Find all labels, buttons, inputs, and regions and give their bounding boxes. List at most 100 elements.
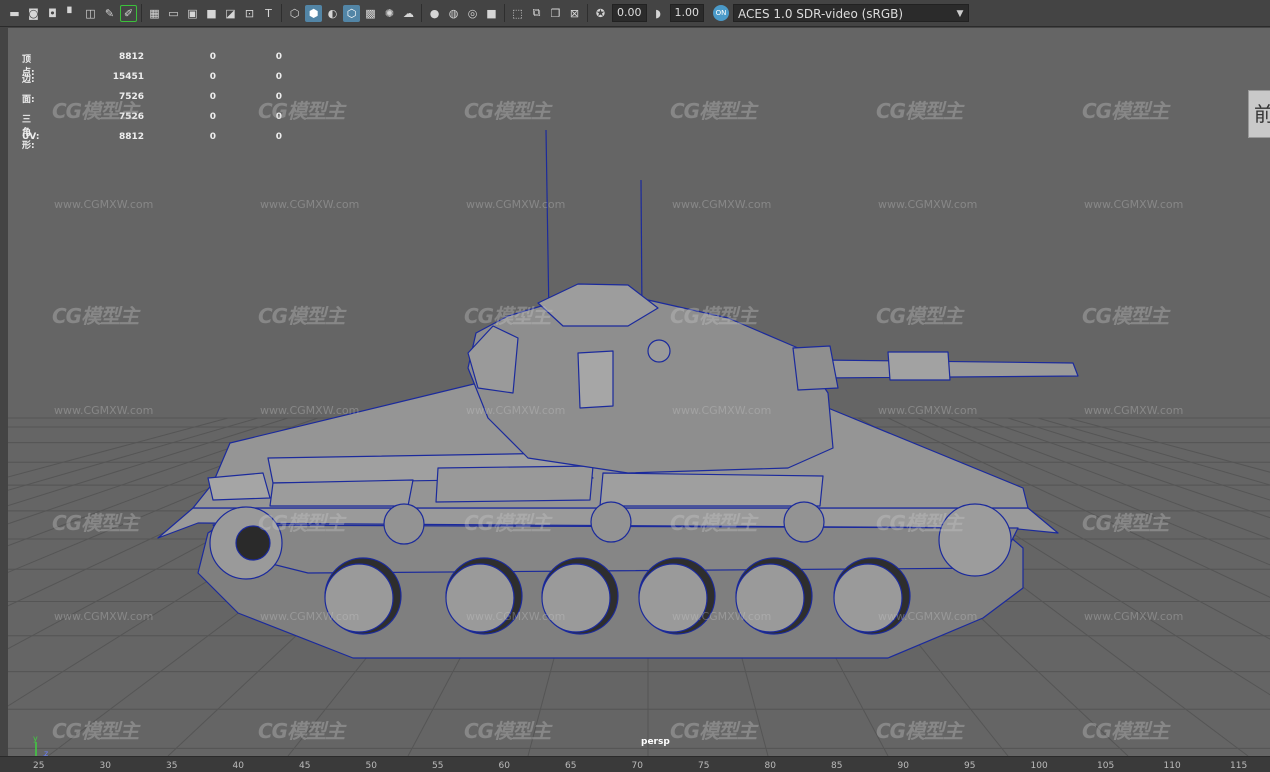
timeline-tick-label: 95 [964,761,976,771]
image-plane-icon[interactable]: ◫ [82,5,99,22]
isolate-select-icon[interactable]: ⬚ [509,5,526,22]
grease-pencil-icon[interactable]: ✎ [101,5,118,22]
watermark: CG模型主 [670,99,757,123]
antenna [640,179,643,314]
timeline-tick-label: 115 [1230,761,1248,771]
time-slider[interactable]: 25 30 35 40 45 50 55 60 65 70 75 80 85 90 95 100 105 110 1… [0,756,1270,772]
watermark: CG模型主 [1082,99,1169,123]
watermark: CG模型主 [464,511,551,535]
wireframe-icon[interactable]: ⬡ [286,5,303,22]
stowage-box [599,472,824,507]
grid-line [1007,417,1270,501]
colorspace-dropdown[interactable]: ACES 1.0 SDR-video (sRGB) ▼ [733,4,969,22]
watermark-url: www.CGMXW.com [260,198,360,211]
wireframe-on-shaded-icon[interactable]: ⬡ [343,4,360,22]
gamma-field[interactable]: 1.00 [669,4,704,22]
separator [281,4,282,22]
smooth-shade-icon[interactable]: ⬢ [305,4,322,22]
grid-icon[interactable]: ▦ [146,5,163,22]
field-chart-icon[interactable]: ◪ [222,5,239,22]
watermark: CG模型主 [52,304,139,328]
return-roller [383,503,425,545]
color-management-toggle-icon[interactable]: ON [713,5,729,21]
hud-value: 0 [275,72,282,82]
shadows-icon[interactable]: ☁ [400,5,417,22]
timeline-tick-label: 30 [99,761,111,771]
timeline-tick-label: 55 [432,761,444,771]
hud-label: 面: [22,95,35,105]
separator [141,4,142,22]
watermark: CG模型主 [670,719,757,743]
pencil-icon[interactable]: ✐ [120,4,137,22]
safe-title-icon[interactable]: T [260,5,277,22]
turret-hatch [577,350,614,409]
watermark: CG模型主 [1082,719,1169,743]
safe-action-icon[interactable]: ⊡ [241,5,258,22]
view-cube[interactable]: 前 [1248,90,1270,138]
axis-z-label: z [44,749,48,756]
timeline-tick-label: 25 [33,761,45,771]
separator [421,4,422,22]
viewport-panel-toolbar: ▬ ◙ ◘ ▘ ◫ ✎ ✐ ▦ ▭ ▣ ■ ◪ ⊡ T ⬡ ⬢ ◐ ⬡ ▩ ✺ … [0,0,1270,27]
camera-icon[interactable]: ▬ [6,5,23,22]
watermark: CG模型主 [1082,511,1169,535]
watermark-url: www.CGMXW.com [878,198,978,211]
colorspace-label: ACES 1.0 SDR-video (sRGB) [738,7,904,21]
multisample-aa-icon[interactable]: ◎ [464,5,481,22]
camera-name-label: persp [641,737,670,747]
exposure-field[interactable]: 0.00 [612,4,647,22]
bookmark-icon[interactable]: ▘ [63,5,80,22]
watermark: CG模型主 [258,304,345,328]
camera-tools-group: ▬ ◙ ◘ ▘ ◫ ✎ ✐ [6,4,137,22]
film-gate-icon[interactable]: ▭ [165,5,182,22]
xray-active-components-icon[interactable]: ❐ [547,5,564,22]
stowage-box [435,465,594,503]
textured-icon[interactable]: ▩ [362,5,379,22]
grid-line [1037,417,1270,486]
return-roller [783,501,825,543]
ambient-occlusion-icon[interactable]: ● [426,5,443,22]
watermark: CG模型主 [464,719,551,743]
watermark: CG模型主 [52,511,139,535]
timeline-tick-label: 85 [831,761,843,771]
separator [504,4,505,22]
use-all-lights-icon[interactable]: ✺ [381,5,398,22]
gate-mask-icon[interactable]: ■ [203,5,220,22]
camera-attr-icon[interactable]: ◘ [44,5,61,22]
timeline-tick-label: 60 [498,761,510,771]
gate-tools-group: ▦ ▭ ▣ ■ ◪ ⊡ T [146,5,277,22]
timeline-tick-label: 105 [1097,761,1115,771]
watermark: CG模型主 [876,304,963,328]
hud-value: 0 [209,112,216,122]
stowage-box [207,472,271,501]
axis-y-label: y [33,734,38,743]
gun-sleeve [887,351,951,381]
default-material-icon[interactable]: ◐ [324,5,341,22]
timeline-tick-label: 75 [698,761,710,771]
return-roller [590,501,632,543]
hud-value: 0 [275,132,282,142]
xray-joints-icon[interactable]: ⊠ [566,5,583,22]
hud-value: 0 [209,72,216,82]
hud-value: 8812 [118,52,144,62]
exposure-icon[interactable]: ✪ [592,5,609,22]
motion-blur-icon[interactable]: ◍ [445,5,462,22]
3d-viewport[interactable]: 顶点: 8812 0 0 边: 15451 0 0 面: 7526 0 0 三角形: 7526 0 0 UV: 8… [8,28,1270,756]
stowage-box [269,479,414,507]
watermark-url: www.CGMXW.com [260,404,360,417]
depth-of-field-icon[interactable]: ■ [483,5,500,22]
xray-icon[interactable]: ⧉ [528,5,545,22]
watermark: CG模型主 [258,719,345,743]
hud-value: 0 [209,52,216,62]
watermark: CG模型主 [52,719,139,743]
hud-value: 0 [209,132,216,142]
watermark: CG模型主 [876,511,963,535]
watermark-url: www.CGMXW.com [54,610,154,623]
resolution-gate-icon[interactable]: ▣ [184,5,201,22]
timeline-tick-label: 70 [631,761,643,771]
camera-lock-icon[interactable]: ◙ [25,5,42,22]
mantlet [792,345,839,391]
watermark-url: www.CGMXW.com [260,610,360,623]
gamma-icon[interactable]: ◗ [650,5,667,22]
hud-value: 15451 [112,72,144,82]
